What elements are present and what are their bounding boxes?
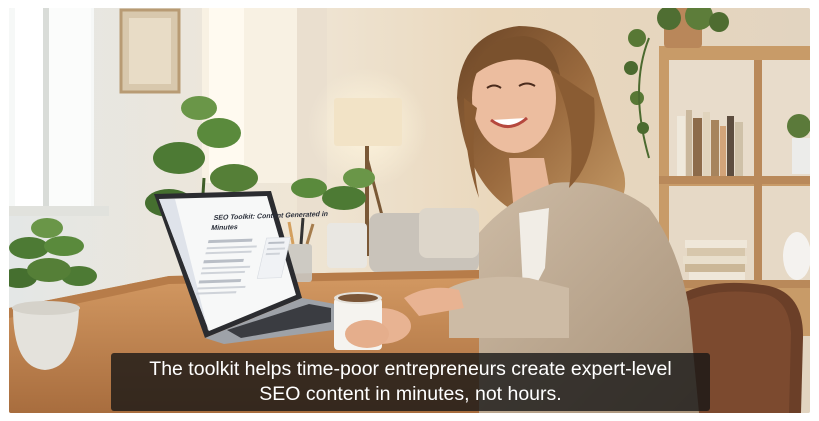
video-frame: SEO Toolkit: Content Generated in Minute… [9,8,810,413]
caption-text: The toolkit helps time-poor entrepreneur… [149,357,671,407]
window [9,8,109,216]
caption-line-1: The toolkit helps time-poor entrepreneur… [149,358,672,380]
screen-title-line2: Minutes [210,223,238,232]
sofa [369,208,479,273]
wall-picture [119,8,181,94]
subtitle-caption: The toolkit helps time-poor entrepreneur… [111,353,710,411]
caption-line-2: SEO content in minutes, not hours. [259,383,562,405]
